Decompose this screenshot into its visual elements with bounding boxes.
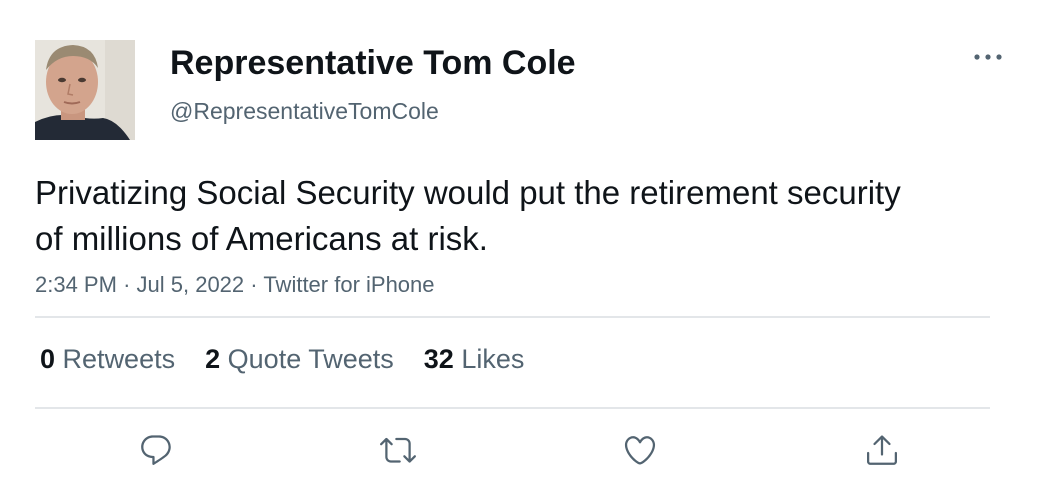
- tweet-time[interactable]: 2:34 PM: [35, 272, 117, 297]
- likes-label: Likes: [461, 344, 525, 374]
- tweet-source[interactable]: Twitter for iPhone: [263, 272, 434, 297]
- author-handle[interactable]: @RepresentativeTomCole: [170, 96, 439, 126]
- retweets-label: Retweets: [62, 344, 176, 374]
- retweet-icon: [380, 437, 416, 463]
- share-icon: [867, 435, 897, 465]
- avatar[interactable]: [35, 40, 135, 140]
- meta-separator: ·: [250, 272, 258, 297]
- meta-separator: ·: [123, 272, 131, 297]
- retweets-stat[interactable]: 0 Retweets: [40, 341, 175, 377]
- author-display-name[interactable]: Representative Tom Cole: [170, 42, 576, 84]
- engagement-stats: 0 Retweets 2 Quote Tweets 32 Likes: [40, 341, 554, 377]
- tweet-date[interactable]: Jul 5, 2022: [137, 272, 245, 297]
- user-photo-avatar: [35, 40, 135, 140]
- quote-tweets-stat[interactable]: 2 Quote Tweets: [205, 341, 394, 377]
- tweet-meta: 2:34 PM · Jul 5, 2022 · Twitter for iPho…: [35, 270, 435, 300]
- reply-button[interactable]: [134, 428, 178, 472]
- more-dots-icon: [974, 54, 1002, 60]
- likes-count: 32: [423, 344, 454, 374]
- like-button[interactable]: [618, 428, 662, 472]
- quote-tweets-count: 2: [205, 344, 221, 374]
- tweet-text: Privatizing Social Security would put th…: [35, 174, 901, 257]
- divider: [35, 316, 990, 318]
- quote-tweets-label: Quote Tweets: [227, 344, 394, 374]
- share-button[interactable]: [860, 428, 904, 472]
- retweets-count: 0: [40, 344, 56, 374]
- like-icon: [624, 436, 656, 465]
- retweet-button[interactable]: [376, 428, 420, 472]
- likes-stat[interactable]: 32 Likes: [424, 341, 525, 377]
- more-options-button[interactable]: [968, 42, 1008, 72]
- reply-icon: [141, 435, 171, 465]
- divider: [35, 407, 990, 409]
